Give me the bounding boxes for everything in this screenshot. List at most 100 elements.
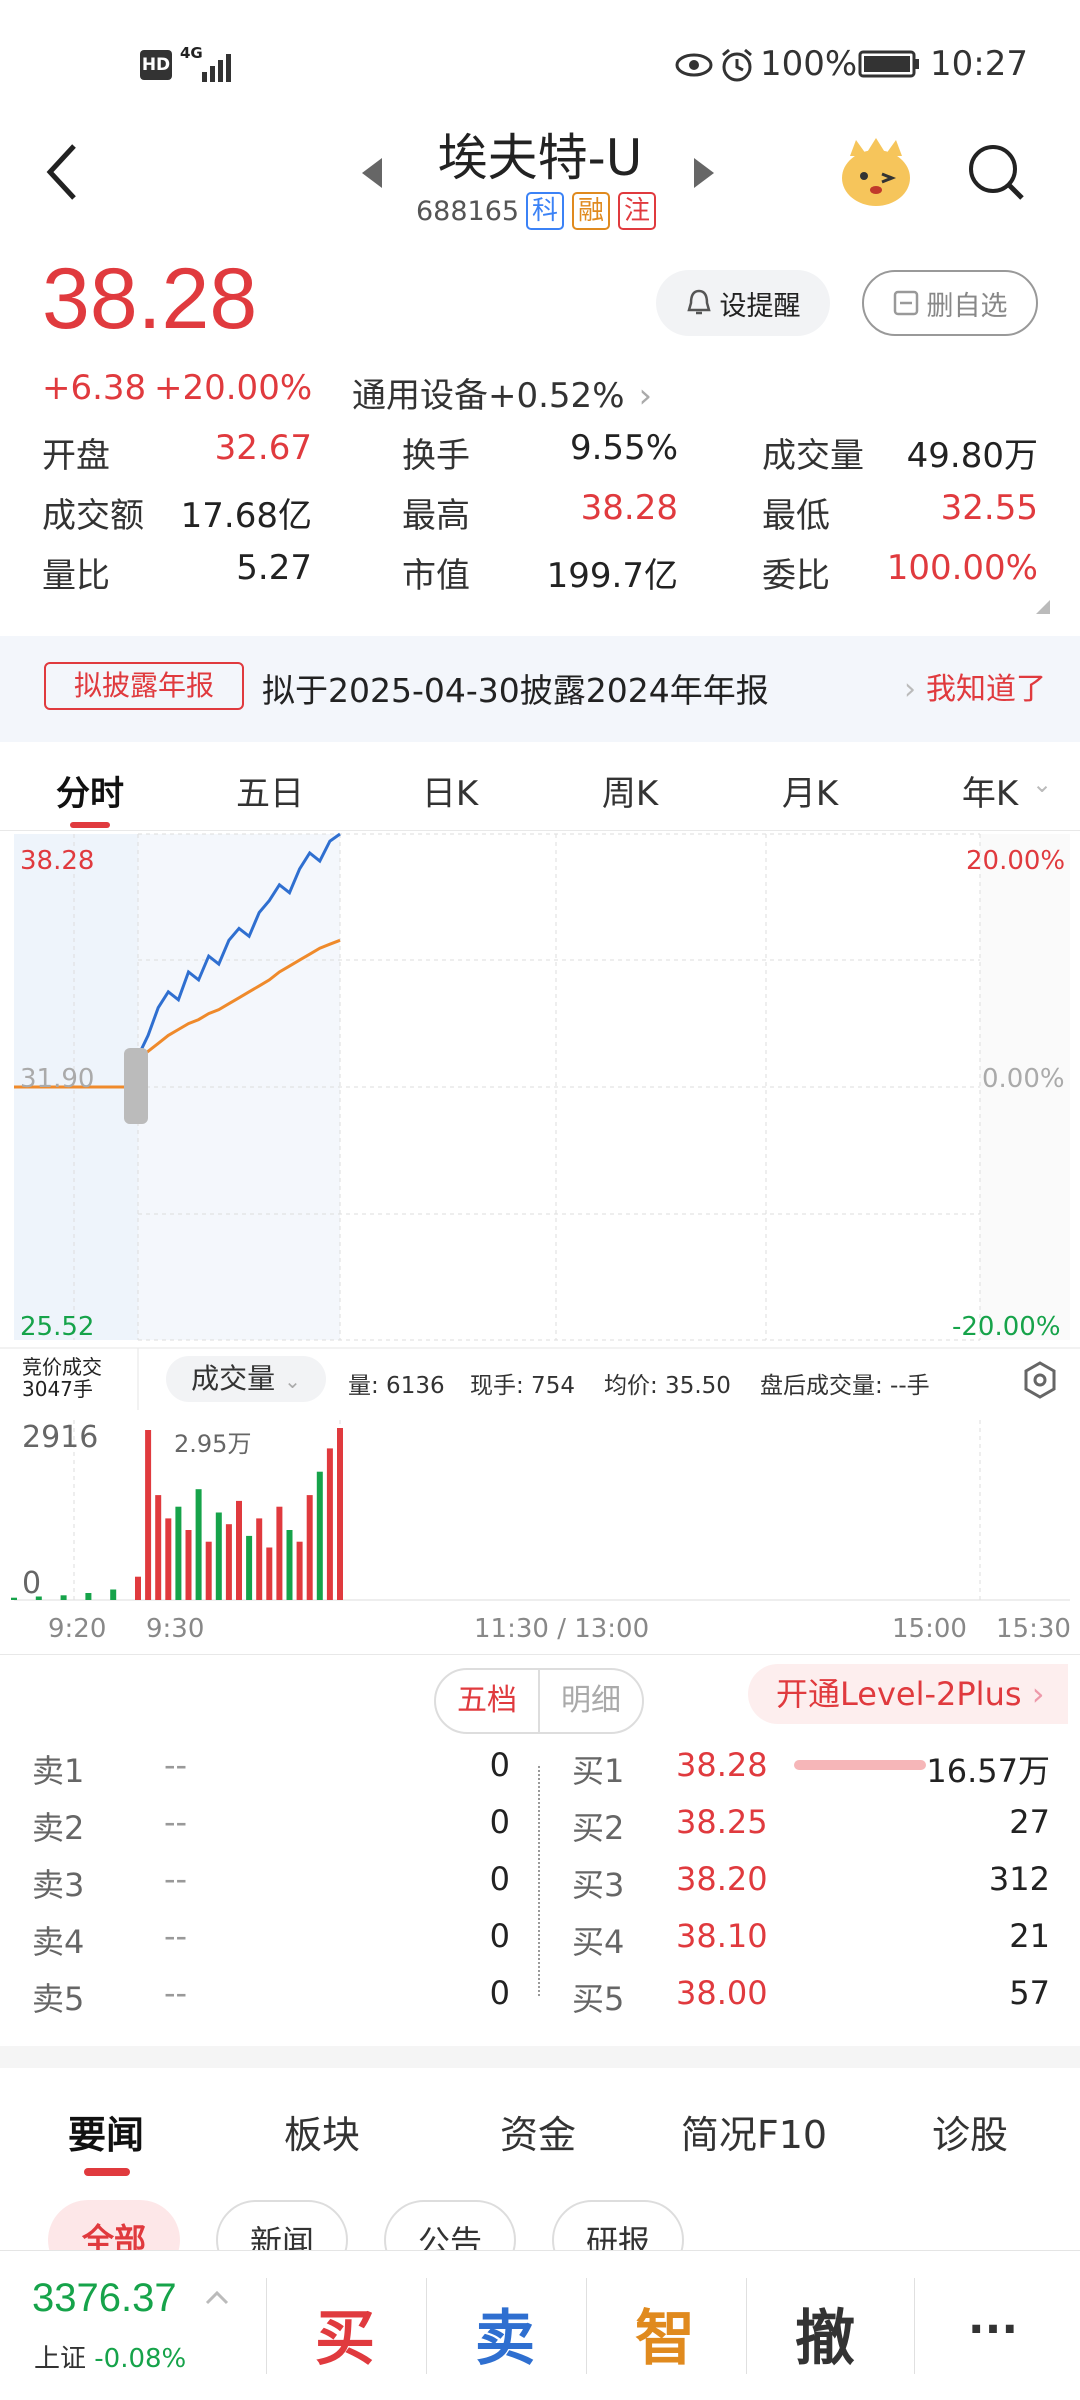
chevron-up-icon[interactable] — [204, 2288, 230, 2306]
stat-label: 最低 — [762, 496, 830, 536]
chevron-right-icon: › — [638, 376, 653, 416]
stock-code: 688165 — [416, 196, 520, 227]
stat-value: 100.00% — [886, 548, 1038, 588]
vol-max: 2916 — [22, 1420, 99, 1455]
level2-upgrade-button[interactable]: 开通Level-2Plus › — [748, 1664, 1068, 1724]
buy-level-price: 38.10 — [676, 1917, 768, 1955]
smart-button[interactable]: 智 — [590, 2290, 740, 2377]
set-alert-label: 设提醒 — [719, 290, 801, 322]
auction-hands: 3047手 — [22, 1377, 93, 1401]
set-alert-button[interactable]: 设提醒 — [656, 270, 830, 336]
chart-tab[interactable]: 五日 — [200, 766, 340, 815]
volume-indicator-select[interactable]: 成交量 ⌄ — [166, 1356, 326, 1402]
volume-bar — [195, 1489, 202, 1600]
orderbook-divider — [538, 1766, 540, 1996]
news-tab[interactable]: 诊股 — [880, 2104, 1060, 2159]
auction-volume: 竞价成交 3047手 — [22, 1356, 102, 1400]
volume-bar — [145, 1430, 152, 1600]
chart-tab[interactable]: 日K — [380, 766, 520, 815]
chevron-right-icon: › — [904, 672, 916, 707]
news-tab[interactable]: 简况F10 — [664, 2104, 844, 2159]
remove-watchlist-button[interactable]: 删自选 — [862, 270, 1038, 336]
chart-bottom-pct: -20.00% — [952, 1312, 1061, 1342]
chevron-down-icon: ⌄ — [284, 1369, 301, 1393]
chart-mid-pct: 0.00% — [982, 1064, 1065, 1094]
index-name-line: 上证 -0.08% — [34, 2338, 186, 2375]
chevron-right-icon: › — [1031, 1675, 1045, 1713]
footer-divider — [426, 2278, 427, 2374]
mascot-avatar-icon[interactable] — [836, 134, 916, 210]
stat-label: 委比 — [762, 556, 830, 596]
dismiss-banner-button[interactable]: › 我知道了 — [904, 664, 1046, 708]
chart-tab[interactable]: 分时 — [20, 766, 160, 815]
buy1-volume-bar — [794, 1760, 926, 1770]
time-label-920: 9:20 — [48, 1614, 107, 1644]
cancel-order-button[interactable]: 撤 — [750, 2290, 900, 2377]
volume-bar — [11, 1597, 17, 1600]
sell-level-price: -- — [164, 1974, 188, 2012]
hd-indicator: HD — [140, 50, 172, 80]
more-button[interactable]: ··· — [918, 2304, 1068, 2355]
volume-bar — [337, 1428, 343, 1600]
buy-button[interactable]: 买 — [270, 2290, 420, 2377]
volume-bar — [205, 1541, 212, 1600]
sell-level-label: 卖3 — [32, 1866, 85, 1904]
intraday-chart[interactable] — [0, 830, 1080, 1650]
stat-label: 开盘 — [42, 436, 110, 476]
chart-tab[interactable]: 周K — [560, 766, 700, 815]
drag-handle[interactable] — [124, 1048, 148, 1124]
index-value[interactable]: 3376.37 — [32, 2276, 177, 2321]
now-hand-stat: 现手: 754 — [470, 1373, 575, 1399]
volume-bar — [256, 1518, 263, 1600]
sell-level-volume: 0 — [489, 1917, 510, 1955]
chart-tab[interactable]: 月K — [740, 766, 880, 815]
news-tab[interactable]: 板块 — [232, 2104, 412, 2159]
footer-divider — [746, 2278, 747, 2374]
buy-level-volume: 57 — [1009, 1974, 1050, 2012]
stat-value: 17.68亿 — [180, 496, 312, 536]
volume-bar — [296, 1541, 303, 1600]
chart-top-price: 38.28 — [20, 846, 95, 876]
volume-bar — [175, 1506, 182, 1600]
sell-button[interactable]: 卖 — [430, 2290, 580, 2377]
buy-level-volume: 21 — [1009, 1917, 1050, 1955]
price-change: +6.38 — [42, 368, 147, 408]
volume-bar — [60, 1595, 67, 1600]
sell-level-volume: 0 — [489, 1746, 510, 1784]
price-change-pct: +20.00% — [154, 368, 313, 408]
volume-bar — [276, 1506, 283, 1600]
expand-corner-icon[interactable] — [1036, 600, 1050, 614]
stat-value: 32.67 — [214, 428, 312, 468]
sector-name: 通用设备 — [352, 376, 488, 416]
buy-level-price: 38.00 — [676, 1974, 768, 2012]
tag-zhuce: 注 — [618, 192, 656, 230]
tab-five-level[interactable]: 五档 — [436, 1670, 540, 1732]
sell-level-label: 卖1 — [32, 1752, 85, 1790]
index-pct: -0.08% — [94, 2344, 187, 2374]
stat-label: 换手 — [402, 436, 470, 476]
sell-level-price: -- — [164, 1860, 188, 1898]
volume-bar — [185, 1530, 192, 1600]
signal-icon — [202, 54, 231, 82]
volume-bar — [246, 1535, 253, 1600]
sector-link[interactable]: 通用设备+0.52% › — [352, 368, 652, 417]
next-stock-icon[interactable] — [692, 156, 716, 190]
news-tab[interactable]: 资金 — [448, 2104, 628, 2159]
buy-level-label: 买3 — [572, 1866, 625, 1904]
eye-icon — [675, 53, 713, 77]
volume-bar — [306, 1495, 313, 1600]
stat-label: 量比 — [42, 556, 110, 596]
settings-icon[interactable] — [1020, 1360, 1060, 1400]
news-tab[interactable]: 要闻 — [16, 2104, 196, 2159]
volume-bar — [225, 1524, 232, 1600]
sell-level-volume: 0 — [489, 1974, 510, 2012]
search-icon[interactable] — [966, 142, 1026, 202]
tab-detail[interactable]: 明细 — [540, 1670, 642, 1732]
index-name: 上证 — [34, 2344, 87, 2374]
volume-select-label: 成交量 — [191, 1362, 276, 1395]
sell-level-price: -- — [164, 1803, 188, 1841]
alarm-icon — [722, 48, 752, 82]
section-gap — [0, 2046, 1080, 2068]
quote-stats-grid: 开盘 32.67 换手 9.55% 成交量 49.80万 成交额 17.68亿 最高 38.28 最… — [0, 428, 1080, 608]
footer-divider — [586, 2278, 587, 2374]
